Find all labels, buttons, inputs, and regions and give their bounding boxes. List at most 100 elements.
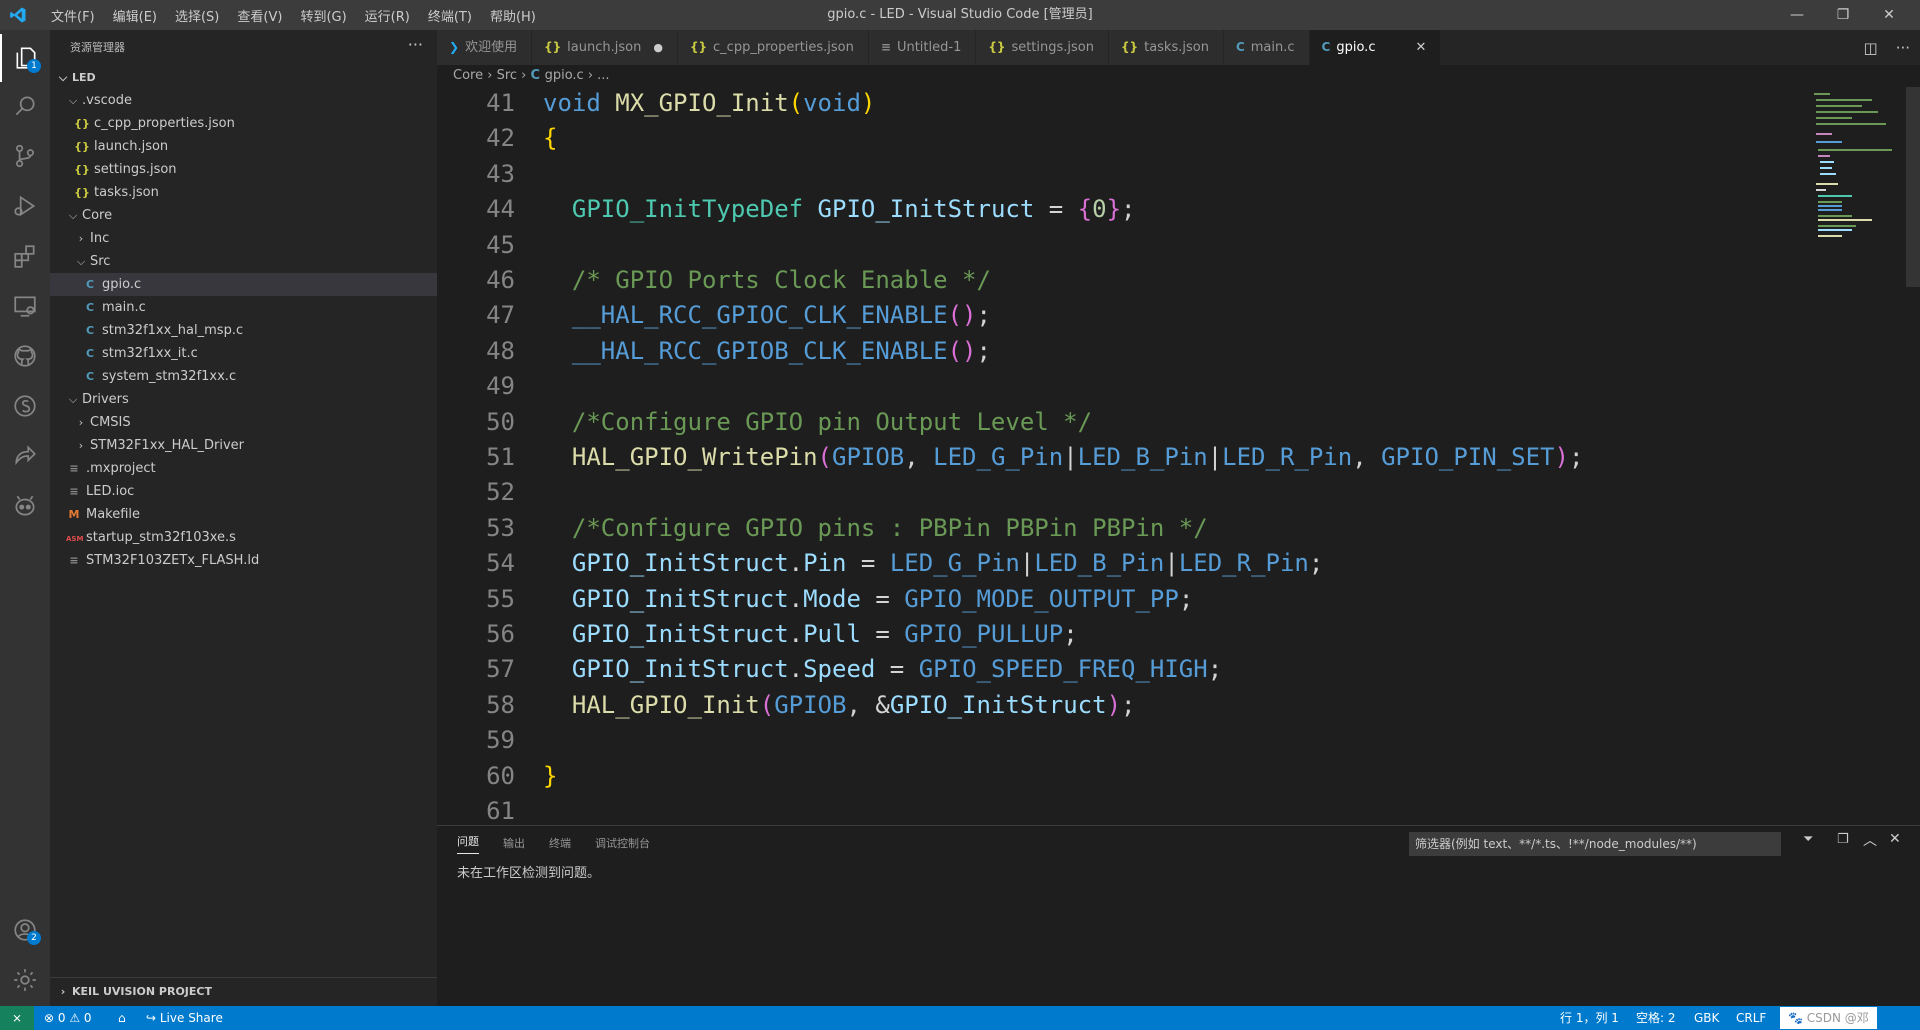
tree-file[interactable]: {} c_cpp_properties.json <box>50 112 437 135</box>
live-share-status[interactable]: ↪ Live Share <box>146 1006 223 1030</box>
editor-scrollbar[interactable] <box>1906 87 1920 825</box>
code-line[interactable]: GPIO_InitStruct.Pin = LED_G_Pin|LED_B_Pi… <box>543 549 1323 577</box>
tree-file[interactable]: {} tasks.json <box>50 181 437 204</box>
tab[interactable]: {} settings.json <box>976 30 1109 65</box>
problems-filter-input[interactable]: 筛选器(例如 text、**/*.ts、!**/node_modules/**) <box>1409 832 1781 856</box>
tree-file[interactable]: ≡ LED.ioc <box>50 480 437 503</box>
tree-file[interactable]: ≡ STM32F103ZETx_FLASH.ld <box>50 549 437 572</box>
code-line[interactable]: } <box>543 762 557 790</box>
tree-file[interactable]: ≡ .mxproject <box>50 457 437 480</box>
explorer-activity[interactable]: 1 <box>0 34 50 82</box>
tab[interactable]: {} c_cpp_properties.json <box>677 30 869 65</box>
cursor-position[interactable]: 行 1，列 1 <box>1560 1006 1619 1030</box>
more-actions-button[interactable]: ··· <box>408 30 423 66</box>
code-editor[interactable]: 41 void MX_GPIO_Init(void) 42 {43 44 GPIO_In… <box>437 87 1920 825</box>
menu-item[interactable]: 终端(T) <box>419 6 481 25</box>
code-line[interactable]: { <box>543 124 557 152</box>
menu-item[interactable]: 编辑(E) <box>104 6 166 25</box>
keil-project-section[interactable]: › KEIL UVISION PROJECT <box>50 977 437 1007</box>
extension-s-activity[interactable] <box>0 382 50 430</box>
tree-file[interactable]: Csystem_stm32f1xx.c <box>50 365 437 388</box>
tree-folder[interactable]: › CMSIS <box>50 411 437 434</box>
menu-item[interactable]: 查看(V) <box>228 6 291 25</box>
tab[interactable]: ≡ Untitled-1 <box>868 30 977 65</box>
code-line[interactable]: __HAL_RCC_GPIOB_CLK_ENABLE(); <box>543 337 991 365</box>
menu-item[interactable]: 帮助(H) <box>481 6 545 25</box>
code-line[interactable]: void MX_GPIO_Init(void) <box>543 89 875 117</box>
tab[interactable]: Cmain.c <box>1223 30 1310 65</box>
menu-item[interactable]: 运行(R) <box>356 6 419 25</box>
manage-activity[interactable] <box>0 956 50 1004</box>
indentation[interactable]: 空格: 2 <box>1636 1006 1676 1030</box>
code-line[interactable]: HAL_GPIO_WritePin(GPIOB, LED_G_Pin|LED_B… <box>543 443 1584 471</box>
code-line[interactable]: GPIO_InitStruct.Mode = GPIO_MODE_OUTPUT_… <box>543 585 1193 613</box>
menu-item[interactable]: 转到(G) <box>291 6 355 25</box>
accounts-activity[interactable]: 2 <box>0 906 50 954</box>
line-ending[interactable]: CRLF <box>1736 1006 1766 1030</box>
remote-indicator[interactable]: ⨯ <box>0 1006 34 1030</box>
breadcrumb-item[interactable]: Core <box>453 68 483 83</box>
filter-icon[interactable]: ⏷ <box>1803 832 1813 847</box>
more-icon[interactable]: ··· <box>1896 39 1910 57</box>
live-share-activity[interactable] <box>0 432 50 480</box>
tab[interactable]: ❯ 欢迎使用 <box>437 30 533 65</box>
tree-file[interactable]: Cstm32f1xx_it.c <box>50 342 437 365</box>
tab[interactable]: Cgpio.c ✕ <box>1309 30 1442 65</box>
tree-file[interactable]: M Makefile <box>50 503 437 526</box>
minimap[interactable] <box>1812 90 1908 240</box>
close-panel-icon[interactable]: ✕ <box>1889 831 1901 847</box>
tree-folder[interactable]: ⌵ Core <box>50 204 437 227</box>
close-tab-icon[interactable]: ✕ <box>1415 40 1426 55</box>
unsaved-dot-icon[interactable]: ● <box>653 41 663 54</box>
tree-folder[interactable]: ⌵ .vscode <box>50 89 437 112</box>
code-line[interactable]: /* GPIO Ports Clock Enable */ <box>543 266 991 294</box>
tree-file[interactable]: Cmain.c <box>50 296 437 319</box>
github-activity[interactable] <box>0 332 50 380</box>
tab[interactable]: {} tasks.json <box>1109 30 1224 65</box>
extensions-activity[interactable] <box>0 232 50 280</box>
vscode-logo-icon <box>10 7 26 23</box>
tree-folder[interactable]: › STM32F1xx_HAL_Driver <box>50 434 437 457</box>
collapse-all-icon[interactable]: ❐ <box>1837 832 1849 847</box>
breadcrumb-item[interactable]: Src <box>497 68 517 83</box>
code-line[interactable]: GPIO_InitStruct.Speed = GPIO_SPEED_FREQ_… <box>543 655 1222 683</box>
close-window-button[interactable]: ✕ <box>1866 0 1912 30</box>
panel-tab[interactable]: 输出 <box>503 835 525 851</box>
panel-tab[interactable]: 终端 <box>549 835 571 851</box>
tree-folder[interactable]: ⌵ Drivers <box>50 388 437 411</box>
panel-tab[interactable]: 问题 <box>457 833 479 854</box>
tree-file[interactable]: ASM startup_stm32f103xe.s <box>50 526 437 549</box>
tree-folder[interactable]: › Inc <box>50 227 437 250</box>
workspace-root[interactable]: ⌵ LED <box>50 66 437 89</box>
tab[interactable]: {} launch.json ● <box>532 30 678 65</box>
restore-button[interactable]: ❐ <box>1820 0 1866 30</box>
platformio-activity[interactable] <box>0 482 50 530</box>
code-line[interactable]: /*Configure GPIO pin Output Level */ <box>543 408 1092 436</box>
search-activity[interactable] <box>0 82 50 130</box>
code-line[interactable]: GPIO_InitTypeDef GPIO_InitStruct = {0}; <box>543 195 1136 223</box>
maximize-panel-icon[interactable]: ︿ <box>1863 830 1877 850</box>
breadcrumb-item[interactable]: ... <box>597 68 609 83</box>
menu-item[interactable]: 文件(F) <box>42 6 104 25</box>
split-editor-icon[interactable]: ◫ <box>1864 39 1878 57</box>
breadcrumb-item[interactable]: gpio.c <box>545 68 584 83</box>
problems-status[interactable]: ⊗ 0 ⚠ 0 <box>44 1006 92 1030</box>
tree-file[interactable]: Cstm32f1xx_hal_msp.c <box>50 319 437 342</box>
home-icon[interactable]: ⌂ <box>118 1006 126 1030</box>
run-debug-activity[interactable] <box>0 182 50 230</box>
minimize-button[interactable]: — <box>1774 0 1820 30</box>
code-line[interactable]: GPIO_InitStruct.Pull = GPIO_PULLUP; <box>543 620 1078 648</box>
code-line[interactable]: /*Configure GPIO pins : PBPin PBPin PBPi… <box>543 514 1208 542</box>
tree-file[interactable]: {} settings.json <box>50 158 437 181</box>
encoding[interactable]: GBK <box>1694 1006 1719 1030</box>
tree-file[interactable]: {} launch.json <box>50 135 437 158</box>
tree-file[interactable]: Cgpio.c <box>50 273 437 296</box>
code-line[interactable]: __HAL_RCC_GPIOC_CLK_ENABLE(); <box>543 301 991 329</box>
tree-folder[interactable]: ⌵ Src <box>50 250 437 273</box>
remote-explorer-activity[interactable] <box>0 282 50 330</box>
source-control-activity[interactable] <box>0 132 50 180</box>
menu-item[interactable]: 选择(S) <box>166 6 228 25</box>
panel-tab[interactable]: 调试控制台 <box>595 835 650 851</box>
scrollbar-thumb[interactable] <box>1906 87 1920 287</box>
code-line[interactable]: HAL_GPIO_Init(GPIOB, &GPIO_InitStruct); <box>543 691 1136 719</box>
